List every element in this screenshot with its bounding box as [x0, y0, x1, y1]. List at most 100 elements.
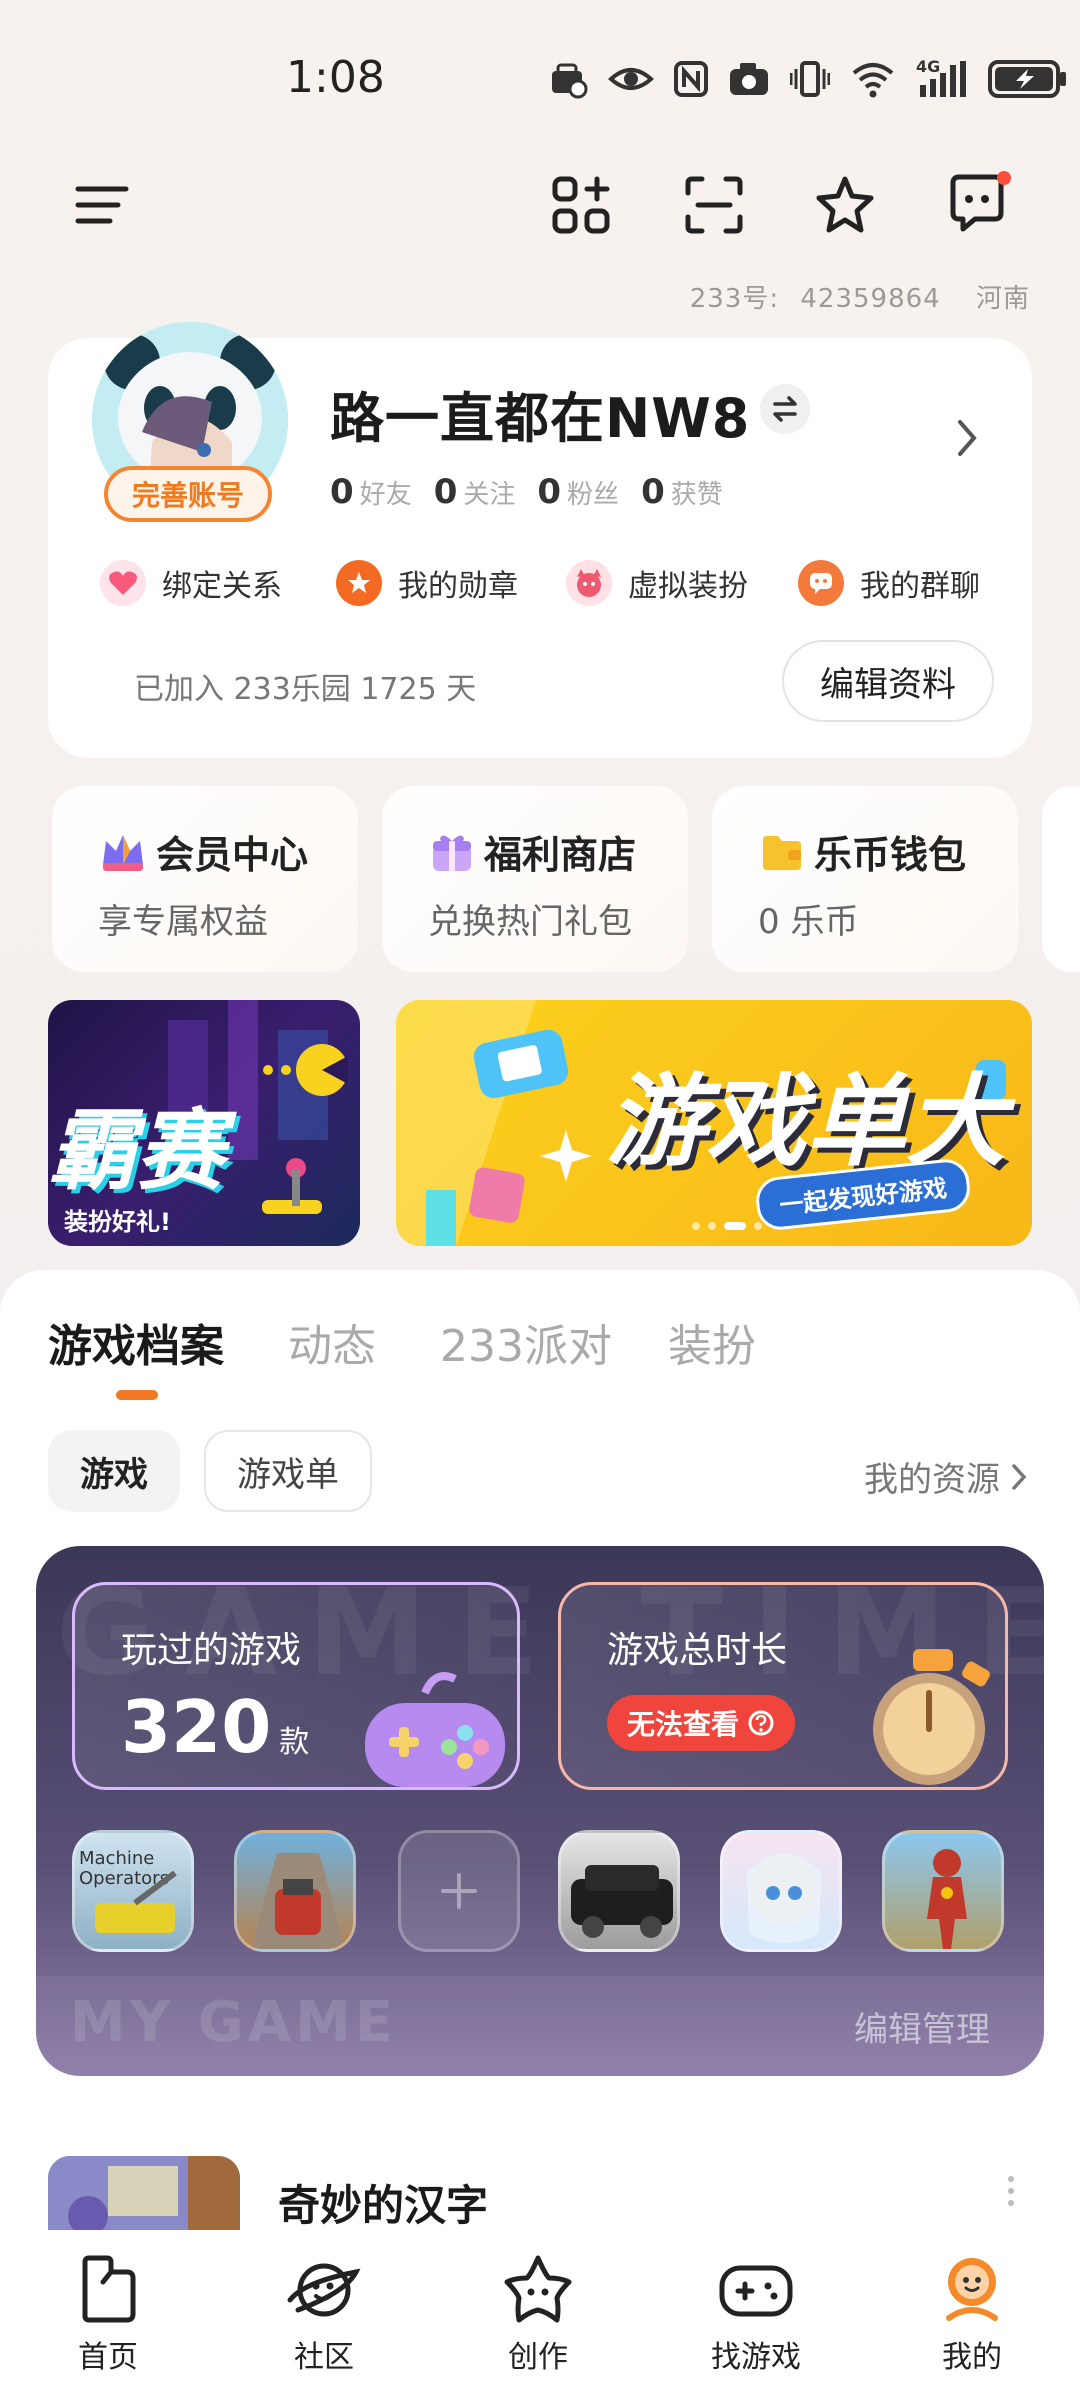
shortcut-my-group-chats[interactable]: 我的群聊: [798, 560, 980, 606]
medal-icon: [336, 560, 382, 606]
apps-grid-icon: [552, 176, 610, 234]
status-time: 1:08: [286, 52, 385, 103]
banner-event[interactable]: 霸赛 装扮好礼!: [48, 1000, 360, 1246]
chip-games[interactable]: 游戏: [48, 1430, 180, 1512]
game-tile-4-art: [747, 1853, 821, 1943]
joined-days: 已加入 233乐园 1725 天: [134, 672, 477, 707]
scan-icon: [685, 176, 743, 234]
watermark-my-game: MY GAME: [70, 1990, 398, 2055]
game-tile-3[interactable]: [558, 1830, 680, 1952]
favorites-button[interactable]: [805, 165, 885, 245]
switch-account-button[interactable]: [760, 384, 810, 434]
tab-costume[interactable]: 装扮: [668, 1310, 756, 1374]
apps-button[interactable]: [541, 165, 621, 245]
banner-pagination: [692, 1222, 762, 1230]
profile-icon: [946, 2258, 998, 2321]
stat-likes[interactable]: 0 获赞: [641, 472, 723, 512]
game-tile-2[interactable]: [234, 1830, 356, 1952]
banner-event-sub: 装扮好礼!: [64, 1208, 171, 1236]
recent-game-art: [48, 2156, 240, 2240]
quick-card-welfare-shop[interactable]: 福利商店 兑换热门礼包: [382, 786, 688, 972]
signal-icon: 4G: [916, 57, 968, 99]
played-games-label: 玩过的游戏: [121, 1630, 302, 1671]
wifi-icon: [852, 63, 894, 98]
messages-button[interactable]: [937, 165, 1017, 245]
chip-game-lists[interactable]: 游戏单: [204, 1430, 372, 1512]
edit-profile-button[interactable]: 编辑资料: [782, 640, 994, 722]
game-tile-1[interactable]: Machine Operators: [72, 1830, 194, 1952]
banner-event-title: 霸赛: [48, 1099, 225, 1202]
wallet-icon: [763, 835, 801, 870]
game-tile-3-art: [571, 1865, 673, 1938]
tab-indicator: [116, 1390, 158, 1400]
game-tile-4[interactable]: [720, 1830, 842, 1952]
crown-icon: [103, 834, 143, 871]
nfc-icon: [674, 61, 708, 97]
play-duration-card[interactable]: 游戏总时长 无法查看: [558, 1582, 1008, 1790]
complete-account-badge[interactable]: 完善账号: [104, 466, 272, 522]
nav-home[interactable]: 首页: [38, 2252, 178, 2376]
menu-button[interactable]: [62, 165, 142, 245]
shortcut-bind-relation[interactable]: 绑定关系: [100, 560, 282, 606]
home-icon: [82, 2255, 136, 2323]
star-outline-icon: [816, 176, 874, 233]
id-value: 42359864: [800, 284, 941, 314]
gift-icon: [433, 834, 471, 871]
played-games-card[interactable]: 玩过的游戏 320 款: [72, 1582, 520, 1790]
gamepad-icon: [719, 2265, 793, 2317]
battery-charging-icon: [988, 60, 1066, 98]
costume-icon: [566, 560, 612, 606]
my-resources-link[interactable]: 我的资源: [864, 1452, 1028, 1501]
id-label: 233号:: [689, 284, 780, 314]
switch-icon: [773, 396, 797, 422]
add-game-tile[interactable]: [398, 1830, 520, 1952]
status-icons: 4G: [548, 57, 1068, 100]
chevron-right-icon: [1012, 1463, 1027, 1490]
recent-game-title[interactable]: 奇妙的汉字: [278, 2172, 488, 2233]
profile-stats: 0 好友 0 关注 0 粉丝 0 获赞: [330, 472, 723, 512]
help-icon: [748, 1710, 774, 1736]
id-line: 233号: 42359864 河南: [690, 278, 1030, 315]
shortcut-my-medals[interactable]: 我的勋章: [336, 560, 518, 606]
played-games-count: 320 款: [121, 1685, 310, 1769]
tab-game-archive[interactable]: 游戏档案: [48, 1310, 224, 1374]
profile-chevron[interactable]: [956, 418, 978, 462]
game-tile-2-art: [250, 1853, 346, 1949]
quick-card-coin-wallet[interactable]: 乐币钱包 0 乐币: [712, 786, 1018, 972]
manage-games-button[interactable]: 编辑管理: [854, 2002, 990, 2051]
nav-find-games[interactable]: 找游戏: [686, 2252, 826, 2376]
stopwatch-icon: [873, 1649, 990, 1785]
eye-icon: [608, 68, 654, 90]
nav-me[interactable]: 我的: [902, 2252, 1042, 2376]
region: 河南: [975, 284, 1030, 314]
username: 路一直都在NW8: [330, 387, 751, 450]
recent-game-thumbnail[interactable]: [48, 2156, 240, 2240]
quick-card-peek[interactable]: [1042, 786, 1080, 972]
shortcut-virtual-costume[interactable]: 虚拟装扮: [566, 560, 748, 606]
menu-icon: [75, 186, 129, 224]
camera-icon: [730, 63, 768, 95]
duration-unavailable-badge[interactable]: 无法查看: [607, 1695, 796, 1751]
stat-following[interactable]: 0 关注: [434, 472, 516, 512]
scan-button[interactable]: [674, 165, 754, 245]
quick-card-membership[interactable]: 会员中心 享专属权益: [52, 786, 358, 972]
chevron-right-icon: [958, 420, 977, 456]
banner-game-list[interactable]: 游戏单大 一起发现好游戏: [396, 1000, 1032, 1246]
vibrate-icon: [790, 61, 830, 97]
tab-activity[interactable]: 动态: [288, 1310, 376, 1374]
star-icon: [504, 2255, 572, 2323]
stat-fans[interactable]: 0 粉丝: [537, 472, 619, 512]
game-tile-1-art: [95, 1870, 177, 1933]
recent-game-more-button[interactable]: [1008, 2176, 1014, 2206]
heart-icon: [100, 560, 146, 606]
planet-icon: [287, 2263, 361, 2317]
nav-community[interactable]: 社区: [254, 2252, 394, 2376]
car-mode-icon: [552, 63, 588, 99]
stat-friends[interactable]: 0 好友: [330, 472, 412, 512]
play-duration-label: 游戏总时长: [607, 1630, 788, 1671]
tab-233-party[interactable]: 233派对: [440, 1310, 612, 1374]
nav-create[interactable]: 创作: [468, 2252, 608, 2376]
unread-dot: [997, 171, 1011, 185]
game-tile-5[interactable]: [882, 1830, 1004, 1952]
plus-icon: [441, 1873, 477, 1909]
